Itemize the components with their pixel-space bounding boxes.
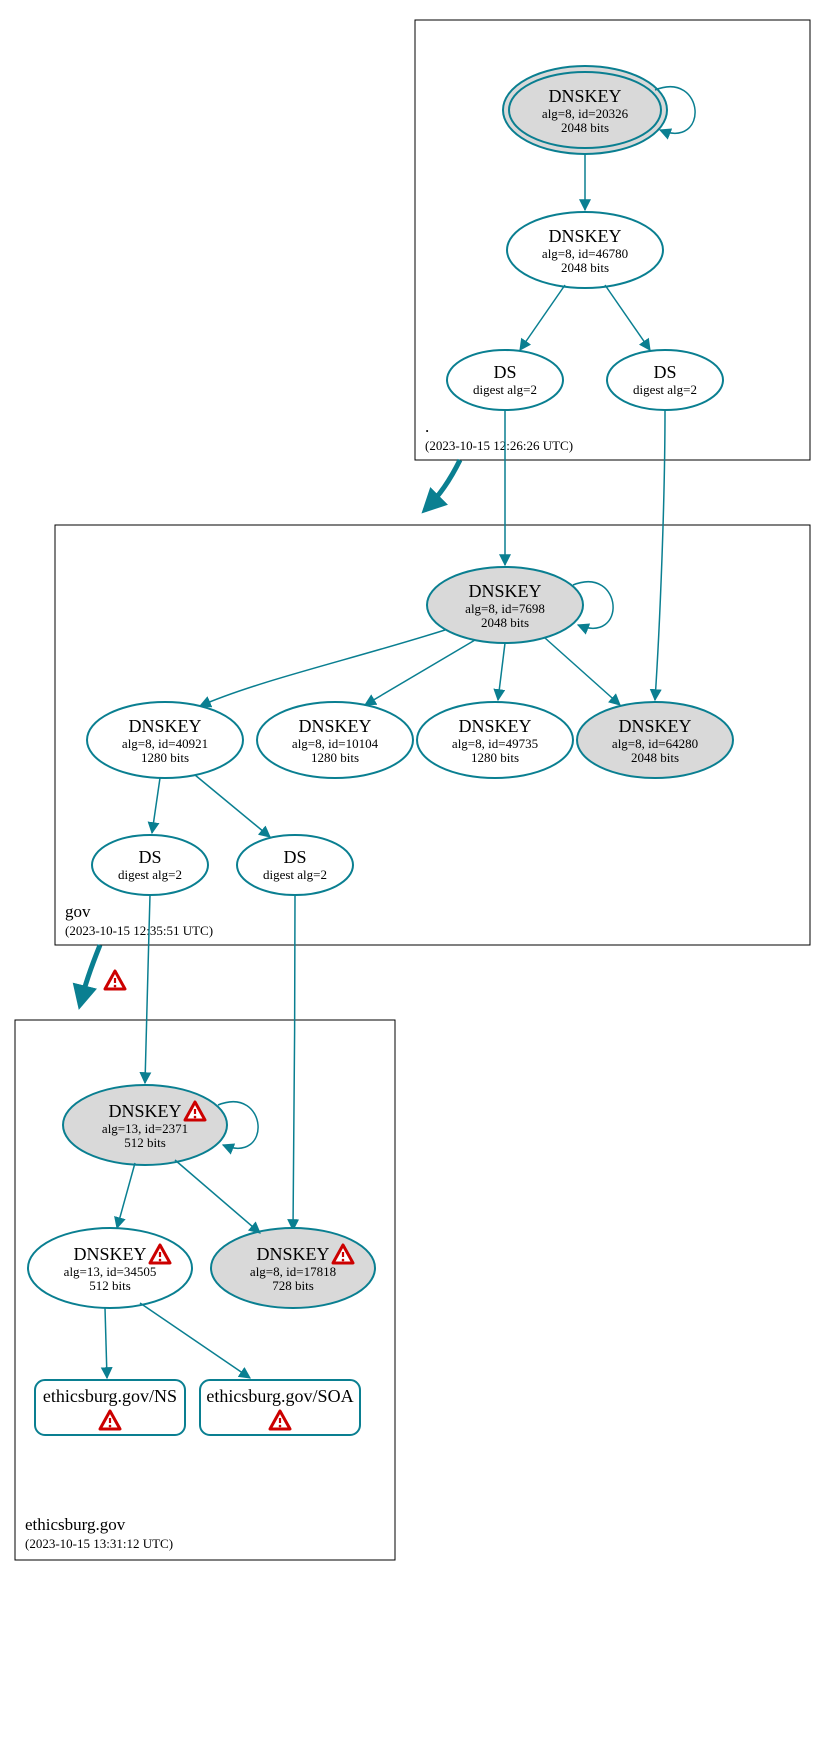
svg-text:DS: DS (138, 847, 161, 867)
svg-text:2048 bits: 2048 bits (561, 120, 609, 135)
svg-text:DNSKEY: DNSKEY (128, 716, 201, 736)
svg-text:digest alg=2: digest alg=2 (633, 382, 697, 397)
svg-text:digest alg=2: digest alg=2 (118, 867, 182, 882)
node-leaf-k2: DNSKEY alg=8, id=17818 728 bits (211, 1228, 375, 1308)
edge-gov-to-leaf (80, 945, 100, 1005)
svg-text:DNSKEY: DNSKEY (458, 716, 531, 736)
node-root-zsk: DNSKEY alg=8, id=46780 2048 bits (507, 212, 663, 288)
svg-text:DNSKEY: DNSKEY (618, 716, 691, 736)
zone-root-name: . (425, 417, 429, 436)
svg-text:1280 bits: 1280 bits (311, 750, 359, 765)
svg-text:digest alg=2: digest alg=2 (473, 382, 537, 397)
svg-text:2048 bits: 2048 bits (561, 260, 609, 275)
node-gov-ksk: DNSKEY alg=8, id=7698 2048 bits (427, 567, 583, 643)
svg-text:DNSKEY: DNSKEY (73, 1244, 146, 1264)
warning-icon (105, 971, 125, 989)
svg-text:512 bits: 512 bits (89, 1278, 131, 1293)
dnssec-graph: . (2023-10-15 12:26:26 UTC) DNSKEY alg=8… (0, 0, 829, 1745)
svg-text:alg=8, id=49735: alg=8, id=49735 (452, 736, 538, 751)
svg-text:alg=8, id=46780: alg=8, id=46780 (542, 246, 628, 261)
zone-leaf-name: ethicsburg.gov (25, 1515, 126, 1534)
svg-text:DNSKEY: DNSKEY (548, 86, 621, 106)
svg-text:2048 bits: 2048 bits (631, 750, 679, 765)
svg-text:ethicsburg.gov/NS: ethicsburg.gov/NS (43, 1386, 177, 1406)
zone-leaf: ethicsburg.gov (2023-10-15 13:31:12 UTC)… (15, 895, 395, 1560)
zone-root-time: (2023-10-15 12:26:26 UTC) (425, 438, 573, 453)
node-gov-k1: DNSKEY alg=8, id=40921 1280 bits (87, 702, 243, 778)
svg-text:2048 bits: 2048 bits (481, 615, 529, 630)
zone-gov: gov (2023-10-15 12:35:51 UTC) DNSKEY alg… (55, 410, 810, 945)
svg-text:alg=13, id=34505: alg=13, id=34505 (64, 1264, 157, 1279)
node-root-ds2: DS digest alg=2 (607, 350, 723, 410)
zone-gov-name: gov (65, 902, 91, 921)
svg-text:DS: DS (653, 362, 676, 382)
svg-text:DNSKEY: DNSKEY (298, 716, 371, 736)
node-leaf-ksk: DNSKEY alg=13, id=2371 512 bits (63, 1085, 227, 1165)
svg-text:DNSKEY: DNSKEY (468, 581, 541, 601)
zone-root: . (2023-10-15 12:26:26 UTC) DNSKEY alg=8… (415, 20, 810, 460)
node-leaf-ns: ethicsburg.gov/NS (35, 1380, 185, 1435)
svg-text:DS: DS (283, 847, 306, 867)
node-root-ds1: DS digest alg=2 (447, 350, 563, 410)
svg-text:DNSKEY: DNSKEY (108, 1101, 181, 1121)
svg-text:DNSKEY: DNSKEY (256, 1244, 329, 1264)
svg-text:DS: DS (493, 362, 516, 382)
zone-gov-time: (2023-10-15 12:35:51 UTC) (65, 923, 213, 938)
node-gov-ds1: DS digest alg=2 (92, 835, 208, 895)
svg-text:alg=8, id=40921: alg=8, id=40921 (122, 736, 208, 751)
node-gov-ds2: DS digest alg=2 (237, 835, 353, 895)
svg-text:alg=8, id=17818: alg=8, id=17818 (250, 1264, 336, 1279)
node-leaf-zsk: DNSKEY alg=13, id=34505 512 bits (28, 1228, 192, 1308)
svg-text:alg=8, id=20326: alg=8, id=20326 (542, 106, 629, 121)
svg-text:512 bits: 512 bits (124, 1135, 166, 1150)
svg-text:alg=8, id=7698: alg=8, id=7698 (465, 601, 545, 616)
node-gov-k3: DNSKEY alg=8, id=49735 1280 bits (417, 702, 573, 778)
node-gov-k2: DNSKEY alg=8, id=10104 1280 bits (257, 702, 413, 778)
svg-text:728 bits: 728 bits (272, 1278, 314, 1293)
svg-text:1280 bits: 1280 bits (141, 750, 189, 765)
zone-leaf-time: (2023-10-15 13:31:12 UTC) (25, 1536, 173, 1551)
svg-text:alg=8, id=10104: alg=8, id=10104 (292, 736, 379, 751)
svg-text:1280 bits: 1280 bits (471, 750, 519, 765)
svg-text:digest alg=2: digest alg=2 (263, 867, 327, 882)
svg-text:alg=13, id=2371: alg=13, id=2371 (102, 1121, 188, 1136)
node-root-ksk: DNSKEY alg=8, id=20326 2048 bits (503, 66, 667, 154)
node-leaf-soa: ethicsburg.gov/SOA (200, 1380, 360, 1435)
svg-text:alg=8, id=64280: alg=8, id=64280 (612, 736, 698, 751)
node-gov-k4: DNSKEY alg=8, id=64280 2048 bits (577, 702, 733, 778)
svg-text:DNSKEY: DNSKEY (548, 226, 621, 246)
edge-root-to-gov (425, 460, 460, 510)
svg-text:ethicsburg.gov/SOA: ethicsburg.gov/SOA (206, 1386, 353, 1406)
